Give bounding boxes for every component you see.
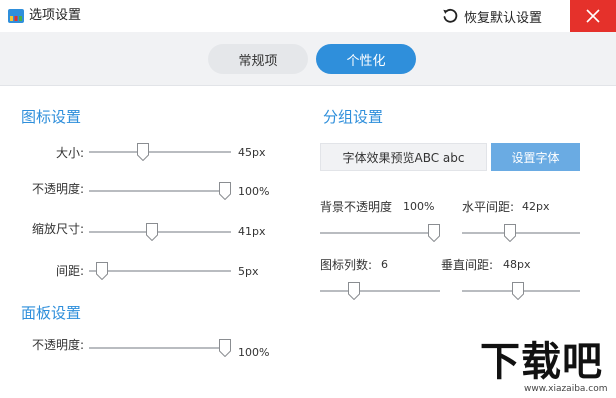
slider-thumb[interactable] bbox=[219, 182, 231, 200]
slider-thumb[interactable] bbox=[146, 223, 158, 241]
panel-opacity-slider[interactable] bbox=[89, 339, 231, 357]
slider-thumb[interactable] bbox=[428, 224, 440, 242]
tab-bar: 常规项 个性化 bbox=[0, 32, 616, 86]
icon-opacity-label: 不透明度: bbox=[31, 182, 84, 196]
icon-spacing-value: 5px bbox=[238, 265, 259, 278]
tab-general[interactable]: 常规项 bbox=[208, 44, 308, 74]
watermark-logo: 下载吧 www.xiazaiba.com bbox=[480, 340, 616, 398]
slider-thumb[interactable] bbox=[137, 143, 149, 161]
panel-settings-title: 面板设置 bbox=[21, 304, 82, 322]
icon-size-slider[interactable] bbox=[89, 143, 231, 161]
bg-opacity-value: 100% bbox=[403, 200, 435, 213]
icon-spacing-slider[interactable] bbox=[89, 262, 231, 280]
watermark-url: www.xiazaiba.com bbox=[524, 384, 608, 394]
icon-settings-title: 图标设置 bbox=[21, 108, 82, 126]
slider-track bbox=[89, 231, 231, 233]
v-spacing-slider[interactable] bbox=[462, 282, 580, 300]
icon-scale-label: 缩放尺寸: bbox=[31, 222, 84, 236]
slider-track bbox=[89, 270, 231, 272]
h-spacing-slider[interactable] bbox=[462, 224, 580, 242]
icon-scale-value: 41px bbox=[238, 225, 266, 238]
close-button[interactable] bbox=[570, 0, 616, 32]
panel-opacity-value: 100% bbox=[238, 346, 270, 359]
group-settings-title: 分组设置 bbox=[323, 108, 384, 126]
v-spacing-label: 垂直间距: bbox=[441, 258, 494, 272]
undo-icon bbox=[443, 8, 458, 23]
icon-spacing-label: 间距: bbox=[55, 264, 84, 278]
slider-track bbox=[89, 347, 231, 349]
slider-track bbox=[89, 190, 231, 192]
v-spacing-value: 48px bbox=[503, 258, 531, 271]
slider-thumb[interactable] bbox=[348, 282, 360, 300]
app-settings-icon bbox=[8, 9, 24, 23]
tab-personalize[interactable]: 个性化 bbox=[316, 44, 416, 74]
title-bar: 选项设置 恢复默认设置 bbox=[0, 0, 616, 32]
slider-track bbox=[320, 290, 440, 292]
bg-opacity-label: 背景不透明度 bbox=[320, 200, 393, 214]
slider-thumb[interactable] bbox=[512, 282, 524, 300]
slider-track bbox=[462, 232, 580, 234]
watermark-logo-text: 下载吧 bbox=[480, 339, 603, 385]
font-preview-box: 字体效果预览ABC abc bbox=[320, 143, 487, 171]
icon-size-label: 大小: bbox=[55, 146, 84, 160]
restore-defaults-label: 恢复默认设置 bbox=[464, 10, 543, 26]
close-icon bbox=[586, 9, 600, 23]
icon-scale-slider[interactable] bbox=[89, 223, 231, 241]
icon-columns-value: 6 bbox=[381, 258, 388, 271]
icon-columns-slider[interactable] bbox=[320, 282, 440, 300]
window-title: 选项设置 bbox=[29, 8, 82, 23]
slider-thumb[interactable] bbox=[504, 224, 516, 242]
bg-opacity-slider[interactable] bbox=[320, 224, 440, 242]
panel-opacity-label: 不透明度: bbox=[31, 338, 84, 352]
icon-opacity-value: 100% bbox=[238, 185, 270, 198]
set-font-button[interactable]: 设置字体 bbox=[491, 143, 580, 171]
h-spacing-label: 水平间距: bbox=[462, 200, 515, 214]
restore-defaults-button[interactable]: 恢复默认设置 bbox=[442, 6, 542, 26]
h-spacing-value: 42px bbox=[522, 200, 550, 213]
icon-columns-label: 图标列数: bbox=[320, 258, 373, 272]
slider-thumb[interactable] bbox=[96, 262, 108, 280]
icon-opacity-slider[interactable] bbox=[89, 182, 231, 200]
slider-track bbox=[89, 151, 231, 153]
slider-thumb[interactable] bbox=[219, 339, 231, 357]
icon-size-value: 45px bbox=[238, 146, 266, 159]
slider-track bbox=[320, 232, 440, 234]
